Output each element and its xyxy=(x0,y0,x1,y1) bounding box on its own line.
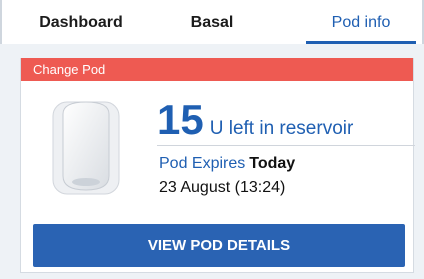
pod-expires-label: Pod Expires xyxy=(159,155,246,172)
pod-expires: Pod Expires Today xyxy=(159,155,295,173)
pod-status-card: Change Pod 15 U left in reservoir Pod Ex… xyxy=(20,58,415,273)
divider xyxy=(157,145,415,146)
pod-expires-value: Today xyxy=(249,155,296,172)
tab-pod-info[interactable]: Pod info xyxy=(306,0,416,44)
view-pod-details-button[interactable]: VIEW POD DETAILS xyxy=(33,224,405,267)
change-pod-alert[interactable]: Change Pod xyxy=(21,58,413,81)
tab-bar: Dashboard Basal Pod info xyxy=(0,0,424,44)
tab-dashboard[interactable]: Dashboard xyxy=(22,0,140,44)
tab-basal[interactable]: Basal xyxy=(154,0,270,44)
omnipod-icon xyxy=(51,96,121,196)
units-value: 15 xyxy=(157,96,204,143)
units-label: U left in reservoir xyxy=(209,118,354,139)
reservoir-readout: 15 U left in reservoir xyxy=(157,94,353,146)
pod-expiry-date: 23 August (13:24) xyxy=(159,179,286,196)
